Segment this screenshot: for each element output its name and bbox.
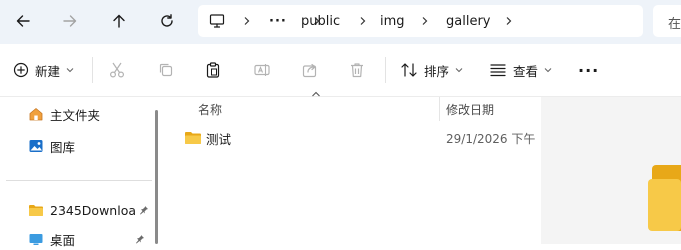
home-icon	[29, 108, 43, 121]
chevron-down-icon	[66, 68, 74, 73]
sidebar-scrollbar[interactable]	[155, 110, 158, 244]
arrow-right-icon	[63, 15, 77, 27]
search-box[interactable]: 在	[653, 5, 681, 37]
toolbar-divider	[385, 57, 386, 83]
chevron-down-icon	[455, 68, 463, 73]
this-pc-button[interactable]	[209, 5, 225, 37]
column-header-modified[interactable]: 修改日期	[446, 97, 494, 121]
sort-icon	[401, 63, 417, 77]
arrow-up-icon	[113, 14, 125, 28]
forward-button[interactable]	[54, 5, 86, 37]
gallery-icon	[29, 140, 43, 152]
sidebar-item-2345downloads[interactable]: 2345Downloa	[28, 199, 149, 221]
chevron-right-icon	[422, 17, 428, 25]
toolbar-divider	[92, 57, 93, 83]
share-button[interactable]	[301, 44, 319, 96]
plus-circle-icon	[13, 62, 29, 78]
view-button[interactable]: 查看	[489, 44, 552, 96]
chevron-down-icon	[544, 68, 552, 73]
view-list-icon	[490, 64, 506, 77]
rename-icon	[254, 64, 270, 76]
breadcrumb-chevron-icon[interactable]	[504, 5, 514, 37]
sidebar-item-gallery[interactable]: 图库	[28, 135, 75, 157]
chevron-right-icon	[506, 17, 512, 25]
chevron-right-icon	[244, 17, 250, 25]
rename-button[interactable]	[253, 44, 271, 96]
breadcrumb-overflow[interactable]: ···	[269, 5, 287, 37]
address-bar[interactable]: ··· public img gallery	[198, 5, 643, 37]
command-bar: 新建 排序 查看 ···	[0, 44, 681, 97]
copy-button[interactable]	[157, 44, 175, 96]
sidebar-item-label: 图库	[50, 139, 76, 155]
breadcrumb-chevron-icon[interactable]	[358, 5, 368, 37]
delete-button[interactable]	[348, 44, 366, 96]
trash-icon	[351, 63, 363, 78]
copy-icon	[159, 63, 173, 77]
arrow-left-icon	[16, 15, 30, 27]
view-label: 查看	[513, 63, 539, 79]
folder-icon	[185, 132, 201, 144]
breadcrumb-segment-public[interactable]: public	[301, 5, 340, 37]
up-button[interactable]	[103, 5, 135, 37]
folder-preview-icon	[648, 165, 681, 231]
refresh-icon	[161, 14, 173, 27]
desktop-icon	[29, 234, 43, 245]
sidebar-item-desktop[interactable]: 桌面	[28, 228, 145, 250]
share-icon	[302, 63, 317, 78]
file-row[interactable]: 测试	[184, 126, 231, 150]
sidebar-item-label: 桌面	[50, 232, 76, 248]
sort-label: 排序	[424, 63, 450, 79]
pin-icon[interactable]	[139, 205, 149, 215]
breadcrumb-chevron-icon[interactable]	[420, 5, 430, 37]
monitor-icon	[209, 14, 225, 28]
sidebar-item-label: 主文件夹	[50, 107, 101, 123]
paste-button[interactable]	[204, 44, 222, 96]
pin-icon[interactable]	[135, 234, 145, 244]
back-button[interactable]	[7, 5, 39, 37]
new-label: 新建	[35, 63, 61, 79]
more-options-button[interactable]: ···	[578, 44, 599, 96]
column-divider[interactable]	[439, 97, 440, 121]
sort-ascending-icon	[312, 91, 320, 97]
clipboard-icon	[206, 62, 220, 78]
breadcrumb-segment-img[interactable]: img	[380, 5, 405, 37]
breadcrumb-chevron-icon[interactable]	[242, 5, 252, 37]
sidebar-item-home[interactable]: 主文件夹	[28, 103, 100, 125]
navigation-pane: 主文件夹 图库 2345Downloa 桌面	[0, 97, 152, 248]
chevron-right-icon	[360, 17, 366, 25]
sort-button[interactable]: 排序	[400, 44, 463, 96]
file-name: 测试	[206, 131, 232, 147]
search-placeholder: 在	[668, 17, 681, 32]
navigation-bar: ··· public img gallery 在	[0, 0, 681, 44]
new-button[interactable]: 新建	[13, 44, 74, 96]
breadcrumb-segment-gallery[interactable]: gallery	[446, 5, 490, 37]
file-modified-date: 29/1/2026 下午	[446, 131, 536, 146]
sidebar-divider	[6, 180, 152, 181]
refresh-button[interactable]	[151, 5, 183, 37]
sidebar-item-label: 2345Downloa	[50, 202, 137, 218]
cut-button[interactable]	[108, 44, 126, 96]
preview-pane	[541, 97, 681, 244]
folder-icon	[29, 205, 43, 216]
column-header-name[interactable]: 名称	[198, 97, 222, 121]
scissors-icon	[109, 62, 125, 78]
